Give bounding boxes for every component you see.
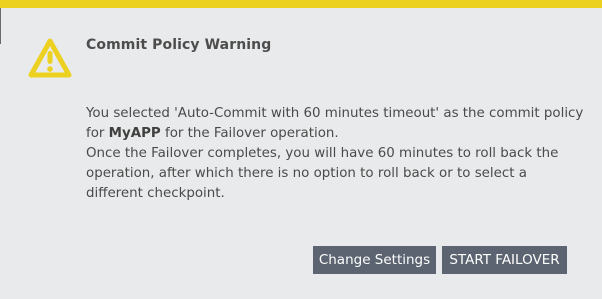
app-name: MyAPP — [108, 126, 161, 141]
start-failover-button[interactable]: START FAILOVER — [442, 246, 567, 274]
message-line-1: You selected 'Auto-Commit with 60 minute… — [86, 104, 586, 144]
change-settings-button[interactable]: Change Settings — [313, 246, 436, 274]
warning-message: You selected 'Auto-Commit with 60 minute… — [86, 104, 586, 204]
message-line-2: Once the Failover completes, you will ha… — [86, 146, 559, 201]
window-edge — [0, 8, 1, 44]
warning-triangle-icon — [27, 37, 73, 79]
message-suffix: for the Failover operation. — [160, 126, 339, 141]
dialog-title: Commit Policy Warning — [86, 37, 272, 53]
warning-accent-bar — [0, 0, 602, 8]
